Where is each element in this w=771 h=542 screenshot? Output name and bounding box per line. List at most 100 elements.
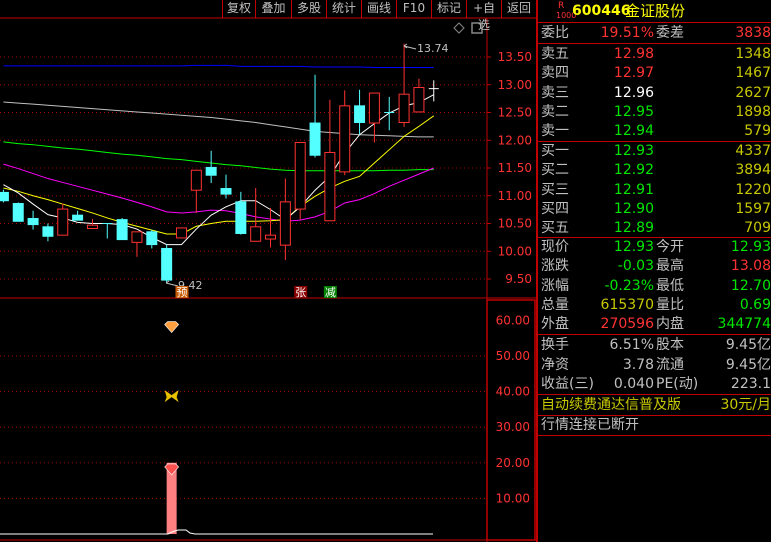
bid-price: 12.89 <box>613 220 654 237</box>
stock-code: 600446 <box>572 3 631 19</box>
weicha-value: 3838 <box>735 25 771 41</box>
toolbar-button-8[interactable]: 返回 <box>501 0 536 18</box>
bid-row: 买五 12.89 709 <box>538 218 771 238</box>
toolbar-button-5[interactable]: F10 <box>396 0 431 18</box>
stat-label: 涨幅 <box>541 277 569 294</box>
candle <box>72 210 84 221</box>
candle-body <box>72 214 84 221</box>
candle <box>116 217 128 241</box>
bid-row: 买一 12.93 4337 <box>538 141 771 161</box>
toolbar-button-3[interactable]: 统计 <box>326 0 361 18</box>
stat-row: 现价 12.93 今开 12.93 <box>538 237 771 257</box>
fund-value: 0.040 <box>613 376 654 392</box>
fundamental-row: 净资 3.78 流通 9.45亿 <box>538 355 771 375</box>
promo-price[interactable]: 30元/月 <box>720 395 771 415</box>
bid-label: 买一 <box>541 143 569 159</box>
stat-label: 内盘 <box>656 316 684 333</box>
candle-body <box>42 226 54 237</box>
candle-body <box>116 219 128 241</box>
promo-row[interactable]: 自动续费通达信普及版 30元/月 <box>538 395 771 415</box>
ask-volume: 579 <box>744 123 771 140</box>
bid-price: 12.92 <box>613 162 654 179</box>
weibi-label: 委比 <box>541 25 569 41</box>
fund-label: 流通 <box>656 356 684 373</box>
stock-header: R 1000 600446 金证股份 <box>538 1 771 23</box>
indicator-tick-label: 50.00 <box>496 349 530 363</box>
candle <box>42 223 54 242</box>
promo-text[interactable]: 自动续费通达信普及版 <box>541 395 681 415</box>
kline-chart[interactable]: 13.50 13.00 12.50 12.00 11.50 11.00 10.50 10.00… <box>0 0 536 542</box>
stock-name: 金证股份 <box>625 2 686 20</box>
candle-body <box>190 169 202 191</box>
candle-body <box>57 208 69 236</box>
toolbar-button-2[interactable]: 多股 <box>291 0 326 18</box>
bid-volume: 1220 <box>735 181 771 198</box>
stat-label: 外盘 <box>541 316 569 333</box>
ask-row: 卖四 12.97 1467 <box>538 63 771 83</box>
candle <box>294 141 306 220</box>
stat-label: 现价 <box>541 239 569 255</box>
ask-row: 卖五 12.98 1348 <box>538 44 771 64</box>
candle-body <box>235 201 247 234</box>
candle <box>175 227 187 239</box>
toolbar-button-6[interactable]: 标记 <box>431 0 466 18</box>
stat-row: 外盘 270596 内盘 344774 <box>538 314 771 334</box>
indicator-tick-label: 60.00 <box>496 313 530 327</box>
price-tick-label: 13.00 <box>498 78 532 92</box>
candle-body <box>0 191 9 202</box>
toolbar-button-1[interactable]: 叠加 <box>255 0 291 18</box>
ask-label: 卖三 <box>541 84 569 101</box>
stat-label: 量比 <box>656 296 684 313</box>
candle-body <box>27 218 39 226</box>
candle-body <box>413 87 425 113</box>
candle-body <box>339 105 351 173</box>
indicator-line <box>0 529 433 535</box>
candle <box>220 174 232 199</box>
ask-label: 卖二 <box>541 103 569 120</box>
toolbar-button-0[interactable]: 复权 <box>222 0 255 18</box>
stat-label: 今开 <box>656 239 684 255</box>
stat-value: 12.93 <box>613 239 654 255</box>
high-arrow-icon <box>403 43 417 50</box>
indicator-tick-label: 10.00 <box>496 491 530 505</box>
ask-row: 卖三 12.96 2627 <box>538 83 771 103</box>
candle-body <box>161 247 173 281</box>
ask-label: 卖一 <box>541 123 569 140</box>
ma60-line <box>3 141 434 172</box>
price-tick-label: 10.00 <box>498 244 532 258</box>
toolbar-button-7[interactable]: +自选 <box>466 0 501 32</box>
fundamental-row: 换手 6.51% 股本 9.45亿 <box>538 335 771 355</box>
candle <box>265 207 277 248</box>
stat-row: 涨跌 -0.03 最高 13.08 <box>538 256 771 276</box>
candle <box>428 80 439 102</box>
stat-row: 总量 615370 量比 0.69 <box>538 295 771 315</box>
candle-body <box>175 227 187 239</box>
candle-body <box>265 234 277 240</box>
ask-price: 12.97 <box>613 65 654 82</box>
fund-label: 换手 <box>541 337 569 353</box>
ask-price: 12.95 <box>613 103 654 120</box>
toolbar: 复权 叠加 多股 统计 画线 F10 标记 +自选 返回 <box>222 0 536 32</box>
candle-body <box>86 224 98 229</box>
stat-label: 最低 <box>656 277 684 294</box>
fund-label: 股本 <box>656 337 684 353</box>
price-tick-label: 11.50 <box>498 161 532 175</box>
price-tick-label: 10.50 <box>498 217 532 231</box>
stat-value: -0.03 <box>617 258 654 275</box>
stat-value: 344774 <box>717 316 771 333</box>
ask-row: 卖二 12.95 1898 <box>538 102 771 122</box>
bid-volume: 3894 <box>735 162 771 179</box>
stat-value: 0.69 <box>739 296 771 313</box>
price-tick-label: 11.00 <box>498 189 532 203</box>
indicator-tick-label: 40.00 <box>496 385 530 399</box>
candle <box>235 191 247 235</box>
bid-label: 买二 <box>541 162 569 179</box>
ask-volume: 1348 <box>735 46 771 62</box>
high-price-label: 13.74 <box>417 42 449 55</box>
diamond-icon[interactable] <box>453 22 465 34</box>
candle <box>27 210 39 230</box>
signal-text: 预 <box>176 286 187 299</box>
toolbar-button-4[interactable]: 画线 <box>361 0 396 18</box>
signal-text: 张 <box>295 286 306 299</box>
candle <box>279 178 291 261</box>
